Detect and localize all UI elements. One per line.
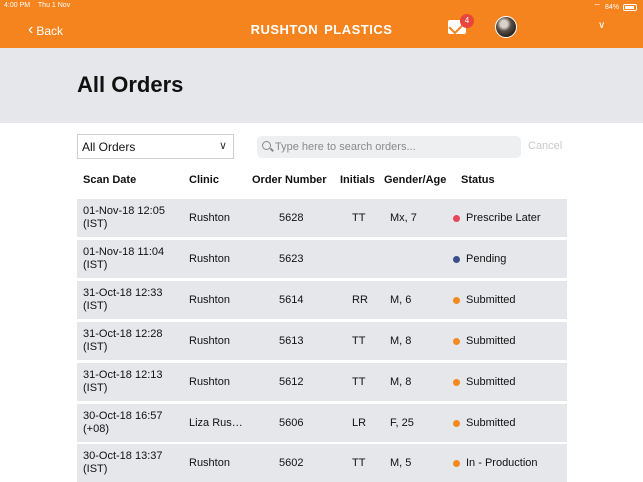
column-header-scan-date[interactable]: Scan Date <box>83 174 136 186</box>
brand-word-2: PLASTICS <box>324 22 393 37</box>
status-bar-left: 4:00 PM Thu 1 Nov <box>4 2 76 9</box>
status-dot-icon <box>453 460 460 467</box>
scan-date-line-1: 30-Oct-18 13:37 <box>83 450 163 462</box>
scan-date-line-1: 30-Oct-18 16:57 <box>83 410 163 422</box>
page-title: All Orders <box>77 72 184 97</box>
battery-icon <box>623 3 637 11</box>
scan-date: 31-Oct-18 12:33 (IST) <box>83 287 163 313</box>
status-bar-right: ⌔ 84% <box>593 2 637 12</box>
brand-word-1: RUSHTON <box>250 22 319 37</box>
initials: RR <box>352 294 368 306</box>
top-bar: 4:00 PM Thu 1 Nov ⌔ 84% ‹ Back RUSHTON PL… <box>0 0 643 48</box>
scan-date-line-1: 31-Oct-18 12:13 <box>83 369 163 381</box>
order-number: 5606 <box>279 417 304 429</box>
table-row[interactable]: 01-Nov-18 12:05 (IST) Rushton 5628 TT Mx,… <box>77 199 567 237</box>
scan-date-line-2: (IST) <box>83 300 108 312</box>
column-header-order-number[interactable]: Order Number <box>252 174 327 186</box>
status-text: Submitted <box>466 376 516 388</box>
scan-date-line-1: 31-Oct-18 12:28 <box>83 328 163 340</box>
scan-date-line-2: (IST) <box>83 341 108 353</box>
chevron-down-icon: ∨ <box>218 140 227 152</box>
clinic: Rushton <box>189 457 230 469</box>
avatar[interactable] <box>495 16 517 38</box>
status-dot-icon <box>453 379 460 386</box>
clinic: Rushton <box>189 294 230 306</box>
initials: TT <box>352 212 366 224</box>
scan-date-line-2: (IST) <box>83 259 108 271</box>
table-row[interactable]: 30-Oct-18 16:57 (+08) Liza Rus… 5606 LR F… <box>77 404 567 442</box>
status-dot-icon <box>453 256 460 263</box>
wifi-icon: ⌔ <box>593 2 601 11</box>
status-text: In - Production <box>466 457 538 469</box>
brand-logo: RUSHTON PLASTICS <box>0 22 643 37</box>
initials: TT <box>352 335 366 347</box>
scan-date-line-2: (IST) <box>83 218 108 230</box>
clinic: Rushton <box>189 212 230 224</box>
column-header-status[interactable]: Status <box>461 174 495 186</box>
gender-age: M, 5 <box>390 457 412 469</box>
scan-date-line-1: 01-Nov-18 11:04 <box>83 246 165 258</box>
clinic: Rushton <box>189 335 230 347</box>
status-dot-icon <box>453 297 460 304</box>
order-filter-select[interactable]: All Orders ∨ <box>77 134 234 159</box>
scan-date-line-1: 31-Oct-18 12:33 <box>83 287 163 299</box>
order-number: 5612 <box>279 376 304 388</box>
scan-date: 31-Oct-18 12:13 (IST) <box>83 369 163 395</box>
scan-date: 31-Oct-18 12:28 (IST) <box>83 328 163 354</box>
scan-date: 01-Nov-18 12:05 (IST) <box>83 205 165 231</box>
table-row[interactable]: 31-Oct-18 12:13 (IST) Rushton 5612 TT M, … <box>77 363 567 401</box>
order-number: 5623 <box>279 253 304 265</box>
order-number: 5614 <box>279 294 304 306</box>
scan-date-line-2: (IST) <box>83 382 108 394</box>
table-row[interactable]: 31-Oct-18 12:33 (IST) Rushton 5614 RR M, … <box>77 281 567 319</box>
scan-date: 01-Nov-18 11:04 (IST) <box>83 246 164 272</box>
column-header-clinic[interactable]: Clinic <box>189 174 219 186</box>
filter-selected-value: All Orders <box>82 140 136 154</box>
status-time: 4:00 PM <box>4 2 31 9</box>
battery-percent: 84% <box>604 3 619 11</box>
scan-date-line-2: (IST) <box>83 463 108 475</box>
clinic: Rushton <box>189 376 230 388</box>
search-icon <box>262 141 271 150</box>
order-number: 5613 <box>279 335 304 347</box>
scan-date-line-1: 01-Nov-18 12:05 <box>83 205 165 217</box>
status-text: Pending <box>466 253 507 265</box>
status-text: Submitted <box>466 417 516 429</box>
search-input[interactable] <box>275 138 515 156</box>
mail-count-badge: 4 <box>460 14 474 28</box>
table-row[interactable]: 01-Nov-18 11:04 (IST) Rushton 5623 Pendin… <box>77 240 567 278</box>
initials: TT <box>352 376 366 388</box>
scan-date-line-2: (+08) <box>83 423 109 435</box>
initials: TT <box>352 457 366 469</box>
status-text: Submitted <box>466 294 516 306</box>
table-row[interactable]: 30-Oct-18 13:37 (IST) Rushton 5602 TT M, … <box>77 444 567 482</box>
status-dot-icon <box>453 215 460 222</box>
gender-age: M, 6 <box>390 294 412 306</box>
status-dot-icon <box>453 338 460 345</box>
scan-date: 30-Oct-18 16:57 (+08) <box>83 410 163 436</box>
table-row[interactable]: 31-Oct-18 12:28 (IST) Rushton 5613 TT M, … <box>77 322 567 360</box>
gender-age: F, 25 <box>390 417 414 429</box>
cancel-button[interactable]: Cancel <box>528 140 562 152</box>
gender-age: Mx, 7 <box>390 212 417 224</box>
order-number: 5602 <box>279 457 304 469</box>
order-number: 5628 <box>279 212 304 224</box>
gender-age: M, 8 <box>390 376 412 388</box>
gender-age: M, 8 <box>390 335 412 347</box>
column-header-gender-age[interactable]: Gender/Age <box>384 174 446 186</box>
scan-date: 30-Oct-18 13:37 (IST) <box>83 450 163 476</box>
status-text: Prescribe Later <box>466 212 541 224</box>
status-text: Submitted <box>466 335 516 347</box>
clinic: Rushton <box>189 253 230 265</box>
search-box[interactable] <box>257 136 521 158</box>
clinic: Liza Rus… <box>189 417 243 429</box>
status-date: Thu 1 Nov <box>37 2 71 9</box>
status-dot-icon <box>453 420 460 427</box>
initials: LR <box>352 417 367 429</box>
column-header-initials[interactable]: Initials <box>340 174 375 186</box>
chevron-down-icon[interactable]: ∨ <box>598 20 605 31</box>
